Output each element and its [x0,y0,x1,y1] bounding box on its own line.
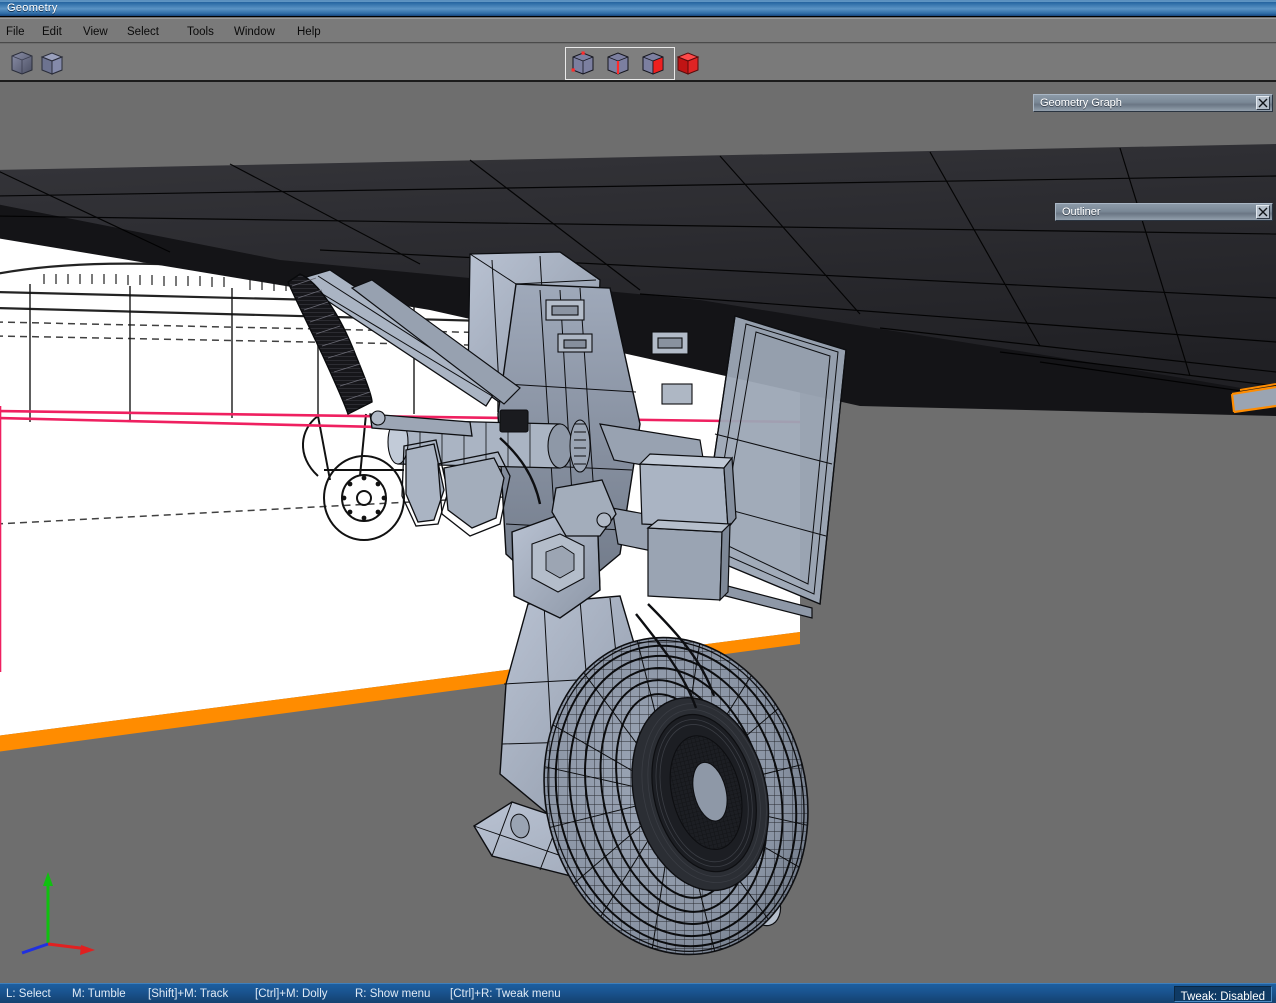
menu-bar: File Edit View Select Tools Window Help [0,18,1276,43]
object-mode-cube-icon[interactable] [674,49,702,77]
hint-show-menu: R: Show menu [355,988,431,1000]
window-titlebar[interactable]: Geometry [0,0,1276,17]
hint-dolly: [Ctrl]+M: Dolly [255,988,328,1000]
menu-item-file[interactable]: File [2,24,29,40]
close-icon[interactable] [1256,96,1270,110]
perspective-viewport[interactable]: Geometry Graph Outliner [0,84,1276,983]
edge-mode-cube-icon[interactable] [604,49,632,77]
outliner-panel[interactable]: Outliner [1055,203,1273,221]
hint-tweak-menu: [Ctrl]+R: Tweak menu [450,988,561,1000]
hint-select: L: Select [6,988,51,1000]
face-mode-cube-icon[interactable] [639,49,667,77]
flat-shaded-cube-icon[interactable] [38,49,66,77]
close-icon[interactable] [1256,205,1270,219]
hint-tumble: M: Tumble [72,988,126,1000]
window-title: Geometry [7,2,58,14]
hint-track: [Shift]+M: Track [148,988,229,1000]
tweak-status-label: Tweak: Disabled [1180,991,1265,1003]
status-bar: L: Select M: Tumble [Shift]+M: Track [Ct… [0,983,1276,1003]
tweak-status-field: Tweak: Disabled [1173,986,1272,1003]
geometry-graph-panel-title: Geometry Graph [1040,97,1122,109]
geometry-graph-panel[interactable]: Geometry Graph [1033,94,1273,112]
menu-item-view[interactable]: View [79,24,112,40]
menu-item-help[interactable]: Help [293,24,325,40]
outliner-panel-title: Outliner [1062,206,1101,218]
main-toolbar [0,44,1276,119]
menu-item-window[interactable]: Window [230,24,279,40]
menu-item-select[interactable]: Select [123,24,163,40]
titlebar-highlight [0,0,1276,2]
menu-item-tools[interactable]: Tools [183,24,218,40]
menu-item-edit[interactable]: Edit [38,24,66,40]
application-window: Geometry File Edit View Select Tools Win… [0,0,1276,1003]
vertex-mode-cube-icon[interactable] [569,49,597,77]
smooth-shaded-cube-icon[interactable] [8,49,36,77]
